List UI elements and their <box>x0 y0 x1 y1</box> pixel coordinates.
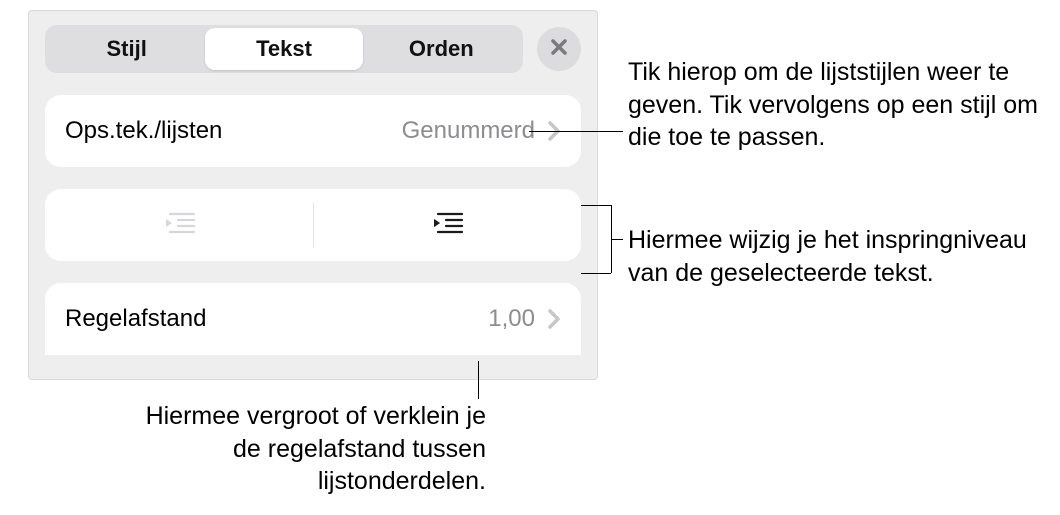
bullets-lists-value: Genummerd <box>402 117 535 145</box>
panel-header: Stijl Tekst Orden <box>45 25 581 73</box>
leader-bracket-bottom <box>581 273 611 274</box>
tab-bar: Stijl Tekst Orden <box>45 25 523 73</box>
tab-text[interactable]: Tekst <box>205 28 362 70</box>
leader-bracket-top <box>581 205 611 206</box>
bullets-lists-row[interactable]: Ops.tek./lijsten Genummerd <box>45 95 581 167</box>
format-panel: Stijl Tekst Orden Ops.tek./lijsten Genum… <box>28 10 598 380</box>
close-button[interactable] <box>537 27 581 71</box>
line-spacing-row[interactable]: Regelafstand 1,00 <box>45 283 581 355</box>
leader-line <box>529 131 623 132</box>
line-spacing-value: 1,00 <box>488 305 535 333</box>
tab-style[interactable]: Stijl <box>48 28 205 70</box>
callout-list-styles: Tik hierop om de lijststijlen weer te ge… <box>628 56 1058 154</box>
callout-indent: Hiermee wijzig je het inspringniveau van… <box>628 224 1048 289</box>
outdent-button[interactable] <box>45 189 313 261</box>
line-spacing-label: Regelafstand <box>65 305 488 333</box>
tab-order[interactable]: Orden <box>363 28 520 70</box>
bullets-lists-label: Ops.tek./lijsten <box>65 117 402 145</box>
outdent-icon <box>162 210 196 241</box>
indent-button[interactable] <box>314 189 582 261</box>
indent-row <box>45 189 581 261</box>
indent-icon <box>430 210 464 241</box>
callout-spacing: Hiermee vergroot of verklein je de regel… <box>134 400 486 498</box>
leader-bracket-out <box>611 239 623 240</box>
close-icon <box>550 38 568 61</box>
leader-line <box>478 361 479 399</box>
chevron-right-icon <box>547 308 561 330</box>
